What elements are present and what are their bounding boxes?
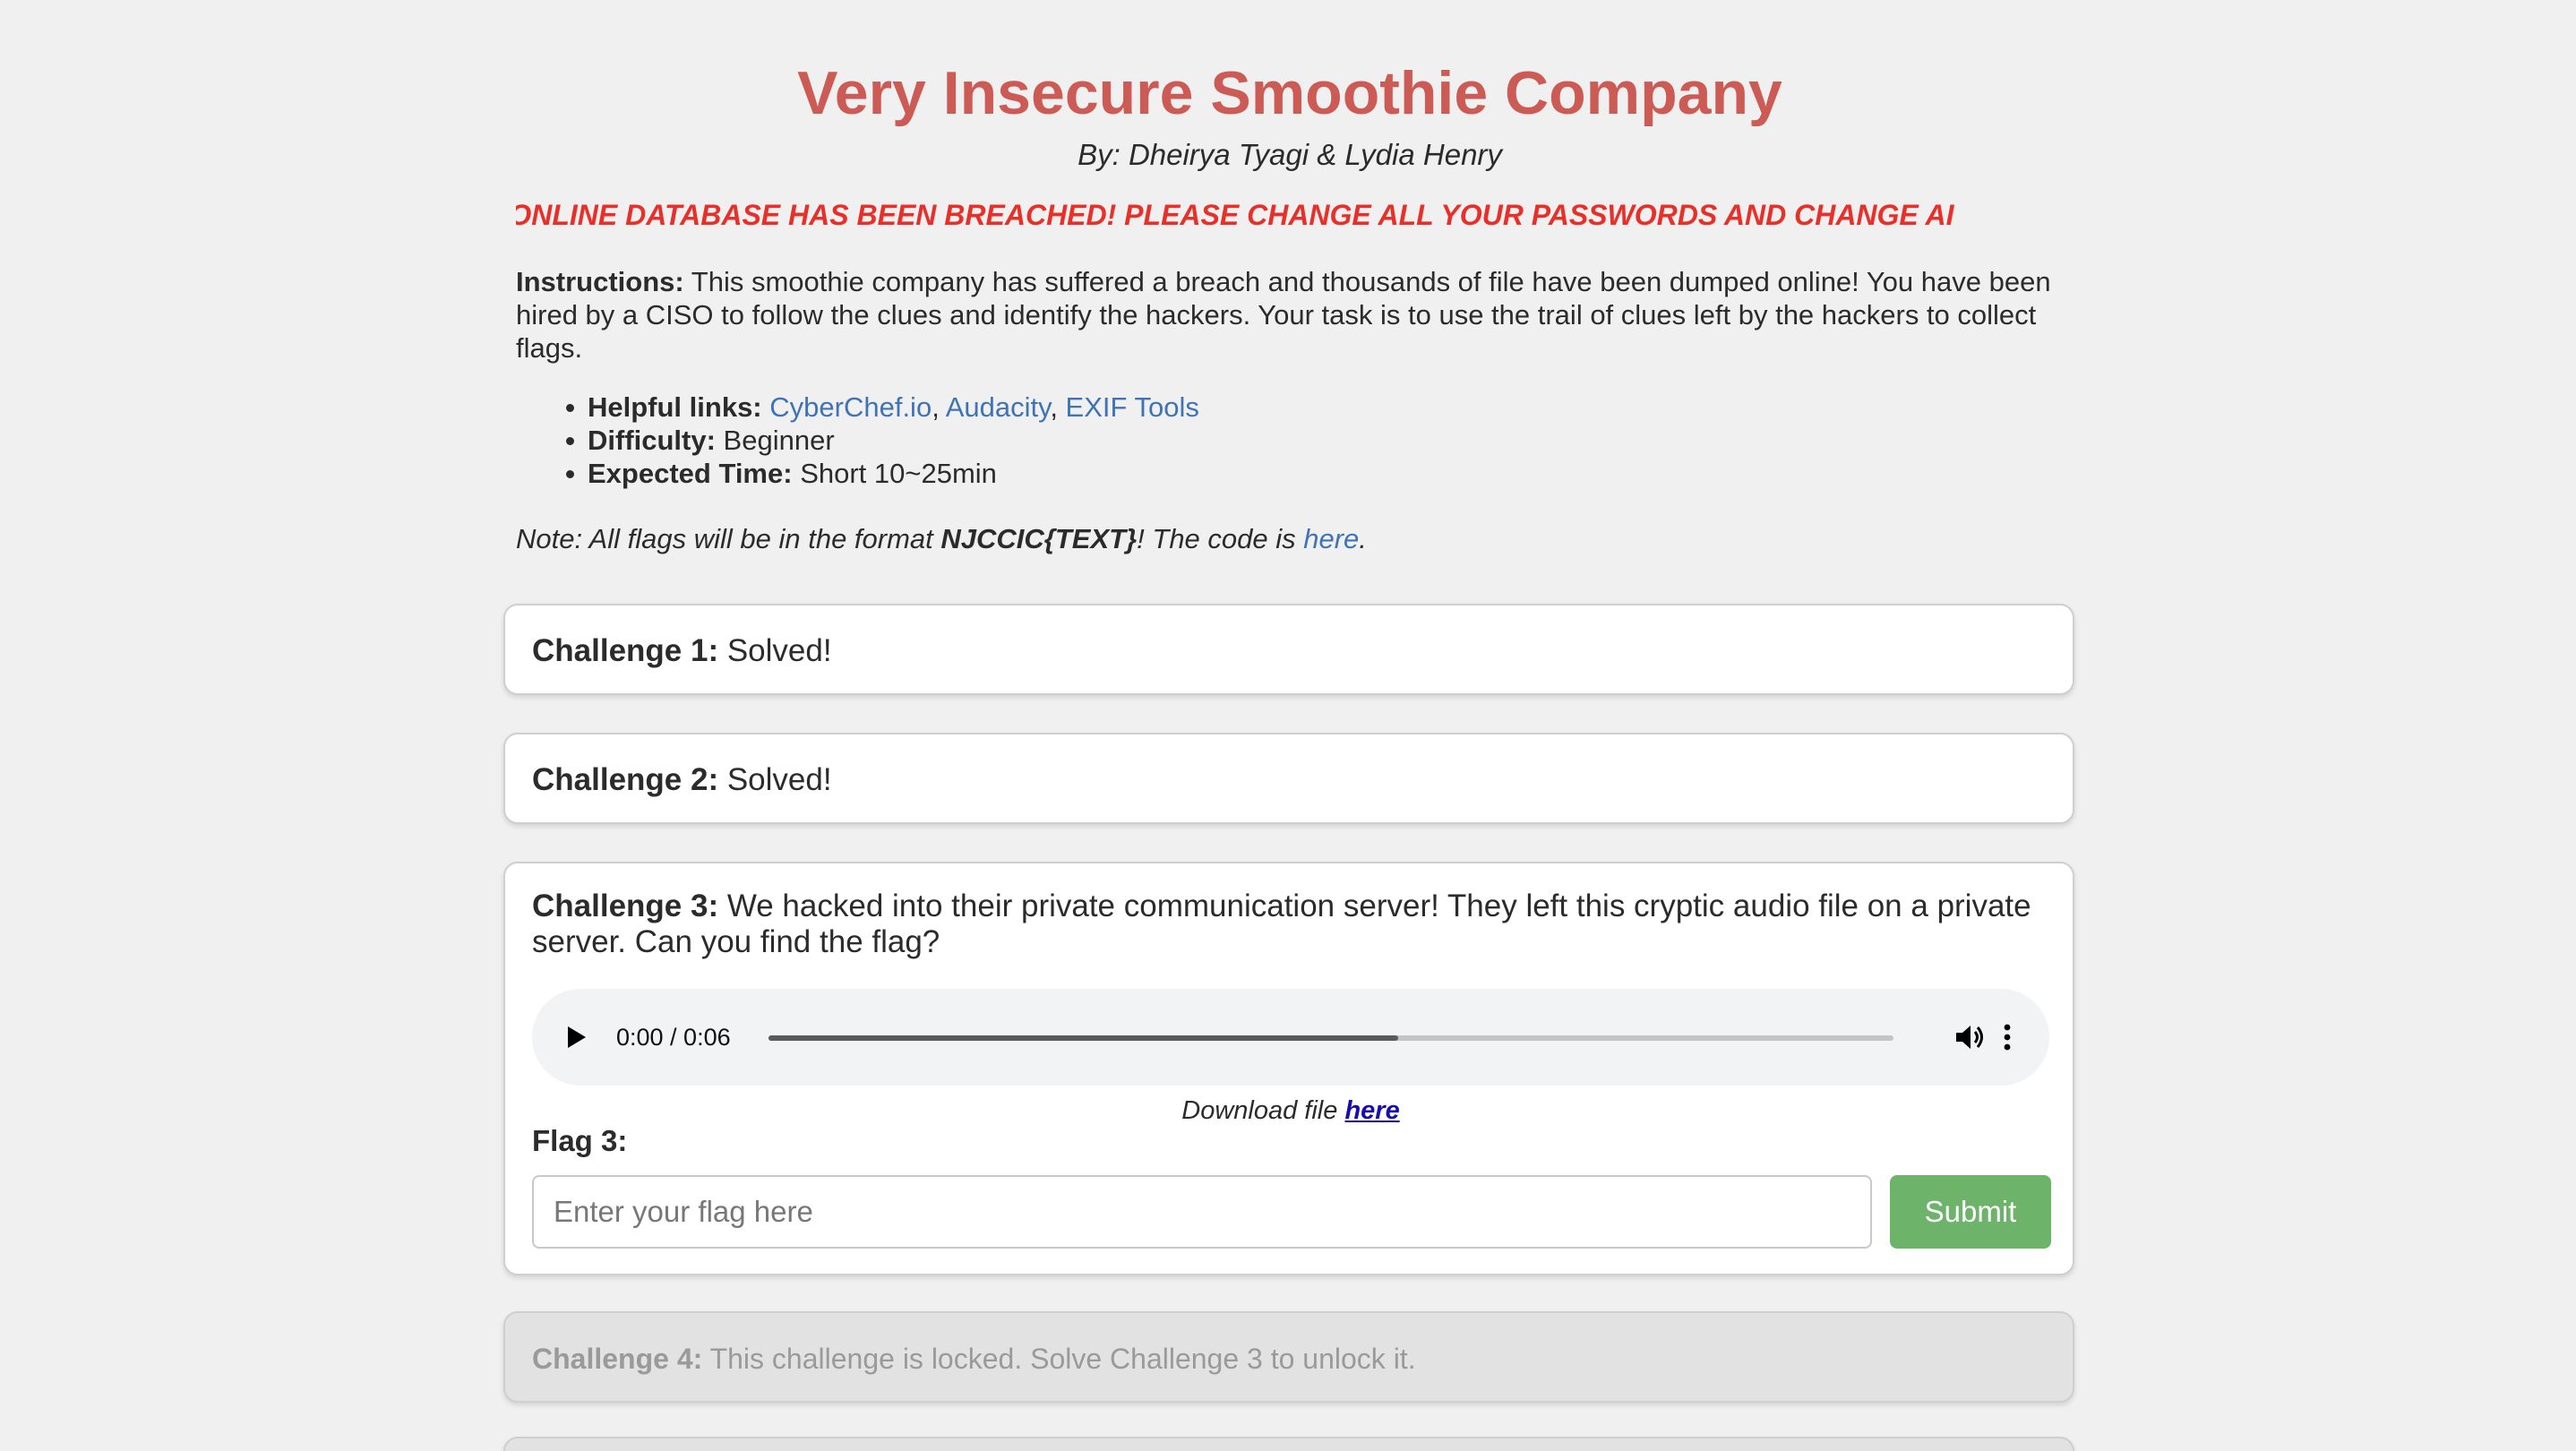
difficulty-item: Difficulty: Beginner xyxy=(566,424,1199,457)
audio-player: 0:00 / 0:06 xyxy=(532,989,2049,1086)
instructions-paragraph: Instructions: This smoothie company has … xyxy=(516,265,2064,365)
more-options-icon[interactable] xyxy=(2003,1023,2012,1052)
download-prefix: Download file xyxy=(1181,1096,1345,1125)
audio-seek-bar[interactable] xyxy=(769,1035,1893,1041)
info-list: Helpful links: CyberChef.io, Audacity, E… xyxy=(566,391,1199,490)
link-separator: , xyxy=(1050,391,1066,423)
page-title: Very Insecure Smoothie Company xyxy=(797,59,1782,127)
flag-3-label: Flag 3: xyxy=(532,1124,628,1157)
play-icon[interactable] xyxy=(568,1026,586,1048)
flag-format-note: Note: All flags will be in the format NJ… xyxy=(516,521,1367,557)
download-line: Download file here xyxy=(505,1095,2076,1127)
challenge-1-card: Challenge 1: Solved! xyxy=(503,604,2074,695)
code-link[interactable]: here xyxy=(1303,523,1359,554)
challenge-2-status: Challenge 2: Solved! xyxy=(532,761,832,799)
challenge-5-card-partial xyxy=(503,1437,2074,1451)
breach-alert-marquee: 'T: OUR ONLINE DATABASE HAS BEEN BREACHE… xyxy=(516,195,2064,235)
challenge-2-card: Challenge 2: Solved! xyxy=(503,733,2074,824)
link-cyberchef[interactable]: CyberChef.io xyxy=(769,391,932,423)
expected-time-label: Expected Time: xyxy=(588,458,793,489)
instructions-text: This smoothie company has suffered a bre… xyxy=(516,266,2051,364)
challenge-1-text: Solved! xyxy=(718,633,832,668)
challenge-3-label: Challenge 3: xyxy=(532,889,719,923)
note-suffix: . xyxy=(1359,523,1367,554)
challenge-3-card: Challenge 3: We hacked into their privat… xyxy=(503,862,2074,1275)
submit-flag-button[interactable]: Submit xyxy=(1890,1175,2051,1249)
audio-time: 0:00 / 0:06 xyxy=(616,1024,731,1051)
flag-3-input[interactable] xyxy=(532,1175,1872,1249)
challenge-2-label: Challenge 2: xyxy=(532,762,719,797)
volume-icon[interactable] xyxy=(1953,1023,1988,1052)
audio-buffered-fill xyxy=(769,1035,1399,1041)
challenge-4-status: Challenge 4: This challenge is locked. S… xyxy=(532,1340,1416,1378)
breach-alert-text: 'T: OUR ONLINE DATABASE HAS BEEN BREACHE… xyxy=(516,199,1954,231)
challenge-3-text: We hacked into their private communicati… xyxy=(532,889,2031,959)
challenge-4-label: Challenge 4: xyxy=(532,1343,703,1375)
helpful-links-item: Helpful links: CyberChef.io, Audacity, E… xyxy=(566,391,1199,424)
challenge-4-text: This challenge is locked. Solve Challeng… xyxy=(702,1343,1416,1375)
note-prefix: Note: All flags will be in the format xyxy=(516,523,941,554)
difficulty-value: Beginner xyxy=(715,425,835,456)
helpful-links-label: Helpful links: xyxy=(588,391,762,423)
note-middle: ! The code is xyxy=(1137,523,1304,554)
expected-time-item: Expected Time: Short 10~25min xyxy=(566,457,1199,490)
challenge-2-text: Solved! xyxy=(718,762,832,797)
note-flag-format: NJCCIC{TEXT} xyxy=(940,523,1138,554)
instructions-label: Instructions: xyxy=(516,266,684,297)
challenge-1-label: Challenge 1: xyxy=(532,633,719,668)
link-audacity[interactable]: Audacity xyxy=(946,391,1051,423)
challenge-4-card: Challenge 4: This challenge is locked. S… xyxy=(503,1311,2074,1403)
link-exif-tools[interactable]: EXIF Tools xyxy=(1066,391,1199,423)
author-byline: By: Dheirya Tyagi & Lydia Henry xyxy=(1078,138,1502,171)
difficulty-label: Difficulty: xyxy=(588,425,716,456)
expected-time-value: Short 10~25min xyxy=(792,458,997,489)
page: Very Insecure Smoothie Company By: Dheir… xyxy=(0,0,2576,1451)
link-separator: , xyxy=(932,391,946,423)
challenge-1-status: Challenge 1: Solved! xyxy=(532,632,832,670)
download-link[interactable]: here xyxy=(1344,1096,1399,1125)
challenge-3-description: Challenge 3: We hacked into their privat… xyxy=(532,889,2055,960)
